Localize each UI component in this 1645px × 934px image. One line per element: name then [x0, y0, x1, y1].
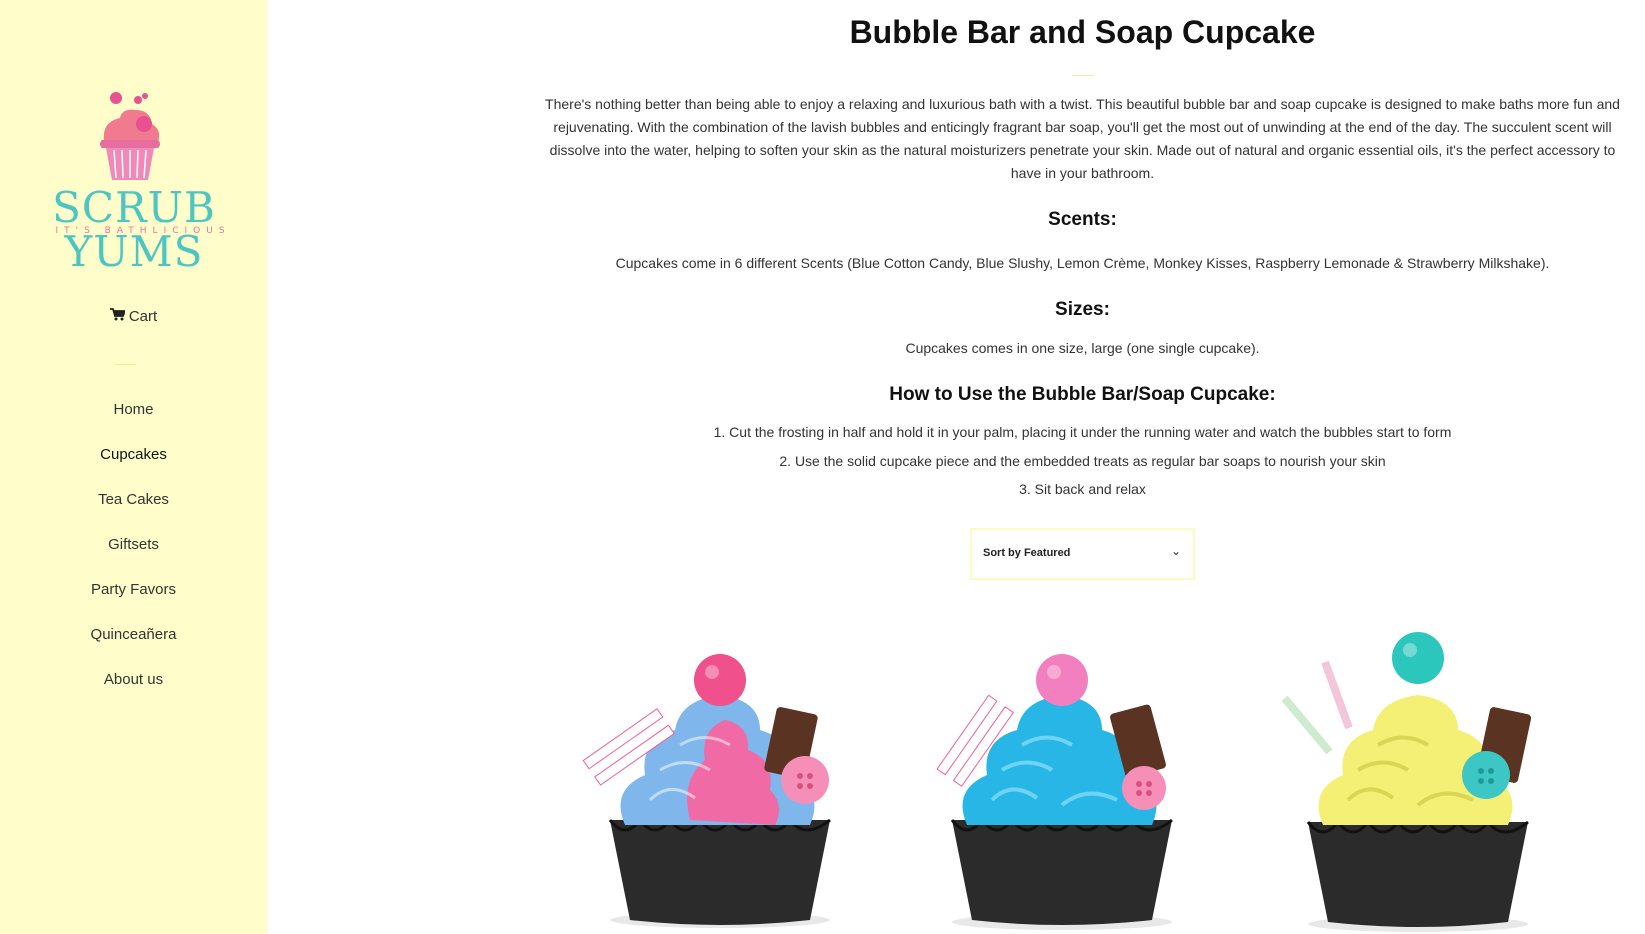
sidebar-nav: Home Cupcakes Tea Cakes Giftsets Party F… [0, 398, 267, 713]
sizes-text: Cupcakes comes in one size, large (one s… [905, 340, 1260, 356]
cart-icon [109, 308, 127, 324]
howto-heading: How to Use the Bubble Bar/Soap Cupcake: [889, 384, 1276, 405]
product-image [1281, 632, 1532, 932]
scents-heading: Scents: [1048, 209, 1117, 230]
sort-select[interactable]: Sort by Featured ⌄ [970, 528, 1195, 580]
sidebar-item-home[interactable]: Home [0, 398, 267, 443]
sidebar-item-cupcakes[interactable]: Cupcakes [0, 443, 267, 488]
chevron-down-icon: ⌄ [1170, 544, 1181, 558]
howto-step-2: 2. Use the solid cupcake piece and the e… [779, 453, 1386, 469]
sidebar-item-giftsets[interactable]: Giftsets [0, 533, 267, 578]
title-divider [1072, 75, 1094, 76]
brand-tagline: IT'S BATHLICIOUS [55, 226, 231, 236]
product-grid [540, 630, 1625, 934]
sort-select-value: Sort by Featured [983, 547, 1071, 559]
cart-label: Cart [128, 308, 158, 325]
sidebar-item-quinceanera[interactable]: Quinceañera [0, 623, 267, 668]
howto-step-1: 1. Cut the frosting in half and hold it … [713, 424, 1452, 440]
sidebar-item-party-favors[interactable]: Party Favors [0, 578, 267, 623]
product-card[interactable] [1268, 630, 1568, 934]
sidebar: SCRUB YUMS IT'S BATHLICIOUS Cart Home Cu… [0, 0, 267, 934]
cart-link[interactable]: Cart [0, 308, 267, 325]
sidebar-divider [114, 364, 136, 365]
sidebar-item-tea-cakes[interactable]: Tea Cakes [0, 488, 267, 533]
product-image [582, 654, 831, 928]
sizes-heading: Sizes: [1055, 299, 1110, 320]
sidebar-item-about-us[interactable]: About us [0, 668, 267, 713]
product-image [936, 654, 1173, 930]
product-card[interactable] [912, 630, 1212, 934]
brand-logo[interactable]: SCRUB YUMS IT'S BATHLICIOUS [14, 88, 254, 274]
intro-paragraph: There's nothing better than being able t… [545, 96, 1620, 181]
scents-text: Cupcakes come in 6 different Scents (Blu… [615, 255, 1550, 271]
howto-step-3: 3. Sit back and relax [1019, 481, 1146, 497]
cupcake-logo-icon [100, 92, 160, 180]
page-title: Bubble Bar and Soap Cupcake [849, 14, 1316, 50]
product-card[interactable] [570, 630, 870, 934]
